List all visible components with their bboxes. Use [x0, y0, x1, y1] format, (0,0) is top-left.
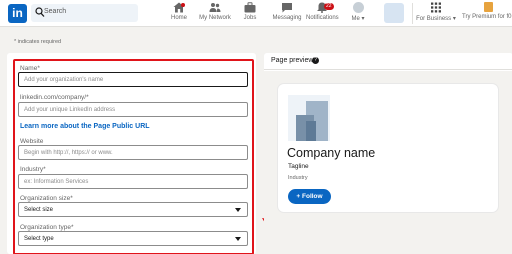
size-select[interactable]: Select size: [18, 202, 248, 217]
size-label: Organization size*: [20, 195, 73, 202]
nav-me[interactable]: Me ▾: [348, 2, 368, 26]
industry-placeholder: ex: Information Services: [24, 178, 89, 185]
notification-count: 22: [324, 3, 334, 10]
home-dot: [181, 3, 185, 7]
nav-jobs[interactable]: Jobs: [240, 2, 260, 26]
grid-icon: [431, 2, 441, 13]
type-value: Select type: [24, 235, 54, 242]
nav-premium-label: Try Premium for f0: [462, 14, 512, 20]
avatar: [352, 2, 364, 13]
url-field[interactable]: Add your unique LinkedIn address: [18, 102, 248, 117]
nav-premium[interactable]: Try Premium for f0: [462, 2, 512, 26]
nav-home[interactable]: Home: [168, 2, 190, 26]
search-input[interactable]: Search: [31, 4, 138, 22]
name-label: Name*: [20, 65, 40, 72]
website-placeholder: Begin with http://, https:// or www.: [24, 149, 113, 156]
follow-button[interactable]: + Follow: [288, 189, 331, 204]
url-label: linkedin.com/company/*: [20, 94, 89, 101]
chevron-down-icon: [235, 237, 241, 241]
industry-field[interactable]: ex: Information Services: [18, 174, 248, 189]
nav-messaging[interactable]: Messaging: [272, 2, 302, 26]
nav-for-business[interactable]: For Business ▾: [416, 2, 456, 26]
tagline: Tagline: [288, 163, 309, 170]
nav-divider: [412, 3, 413, 24]
nav-notifications[interactable]: 22 Notifications: [306, 2, 339, 26]
type-label: Organization type*: [20, 224, 74, 231]
size-value: Select size: [24, 206, 54, 213]
preview-title: Page preview: [271, 57, 314, 64]
network-icon: [209, 3, 221, 12]
website-field[interactable]: Begin with http://, https:// or www.: [18, 145, 248, 160]
nav-messaging-label: Messaging: [272, 15, 302, 21]
chevron-down-icon: [235, 208, 241, 212]
company-logo-placeholder: [288, 95, 330, 141]
premium-icon: [484, 2, 493, 12]
search-placeholder: Search: [44, 8, 67, 15]
name-placeholder: Add your organization's name: [24, 76, 104, 83]
name-field[interactable]: Add your organization's name: [18, 72, 248, 87]
top-navigation: in Search Home My Network Jobs Messaging…: [0, 0, 512, 27]
blurred-element: [384, 3, 404, 23]
industry-text: Industry: [288, 175, 308, 181]
industry-label: Industry*: [20, 166, 46, 173]
jobs-icon: [244, 2, 256, 13]
nav-me-label: Me ▾: [351, 16, 365, 22]
required-note: * indicates required: [14, 39, 62, 45]
linkedin-logo[interactable]: in: [8, 4, 27, 23]
help-icon[interactable]: ?: [312, 57, 319, 64]
nav-home-label: Home: [170, 15, 187, 21]
company-name: Company name: [287, 146, 376, 160]
website-label: Website: [20, 138, 44, 145]
nav-my-network[interactable]: My Network: [199, 2, 231, 26]
nav-business-label: For Business ▾: [416, 16, 456, 22]
nav-notifications-label: Notifications: [306, 15, 339, 21]
type-select[interactable]: Select type: [18, 231, 248, 246]
nav-network-label: My Network: [199, 15, 231, 21]
url-placeholder: Add your unique LinkedIn address: [24, 106, 116, 113]
nav-jobs-label: Jobs: [243, 15, 257, 21]
messaging-icon: [282, 3, 292, 13]
learn-more-link[interactable]: Learn more about the Page Public URL: [20, 123, 150, 130]
